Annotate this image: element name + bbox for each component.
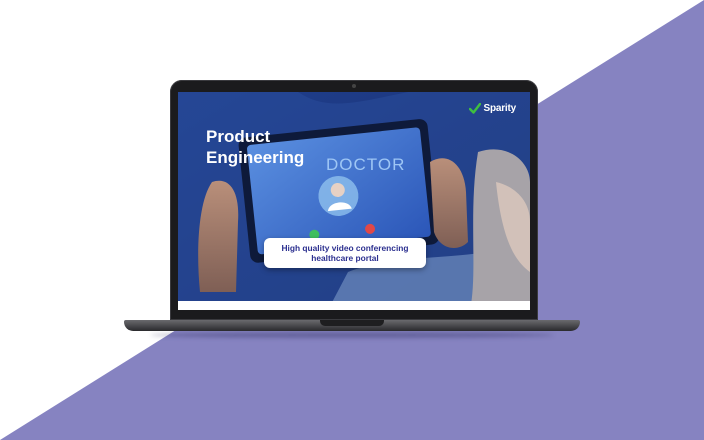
laptop-camera bbox=[352, 84, 356, 88]
laptop-hinge-notch bbox=[320, 320, 384, 326]
sparity-logo: Sparity bbox=[469, 103, 516, 114]
screen-footer-bar bbox=[178, 301, 530, 310]
doctor-tablet-photo: DOCTOR bbox=[178, 92, 530, 310]
laptop-shadow bbox=[150, 332, 554, 338]
check-icon bbox=[469, 103, 482, 114]
caption-card: High quality video conferencing healthca… bbox=[264, 238, 426, 268]
caption-line-2: healthcare portal bbox=[311, 253, 379, 263]
caption-line-1: High quality video conferencing bbox=[281, 242, 409, 253]
title-line-1: Product bbox=[206, 127, 271, 146]
laptop-screen: DOCTOR Product Engineering Sparity High … bbox=[178, 92, 530, 310]
logo-text: Sparity bbox=[483, 103, 516, 114]
page-title: Product Engineering bbox=[206, 126, 346, 168]
title-line-2: Engineering bbox=[206, 148, 305, 167]
